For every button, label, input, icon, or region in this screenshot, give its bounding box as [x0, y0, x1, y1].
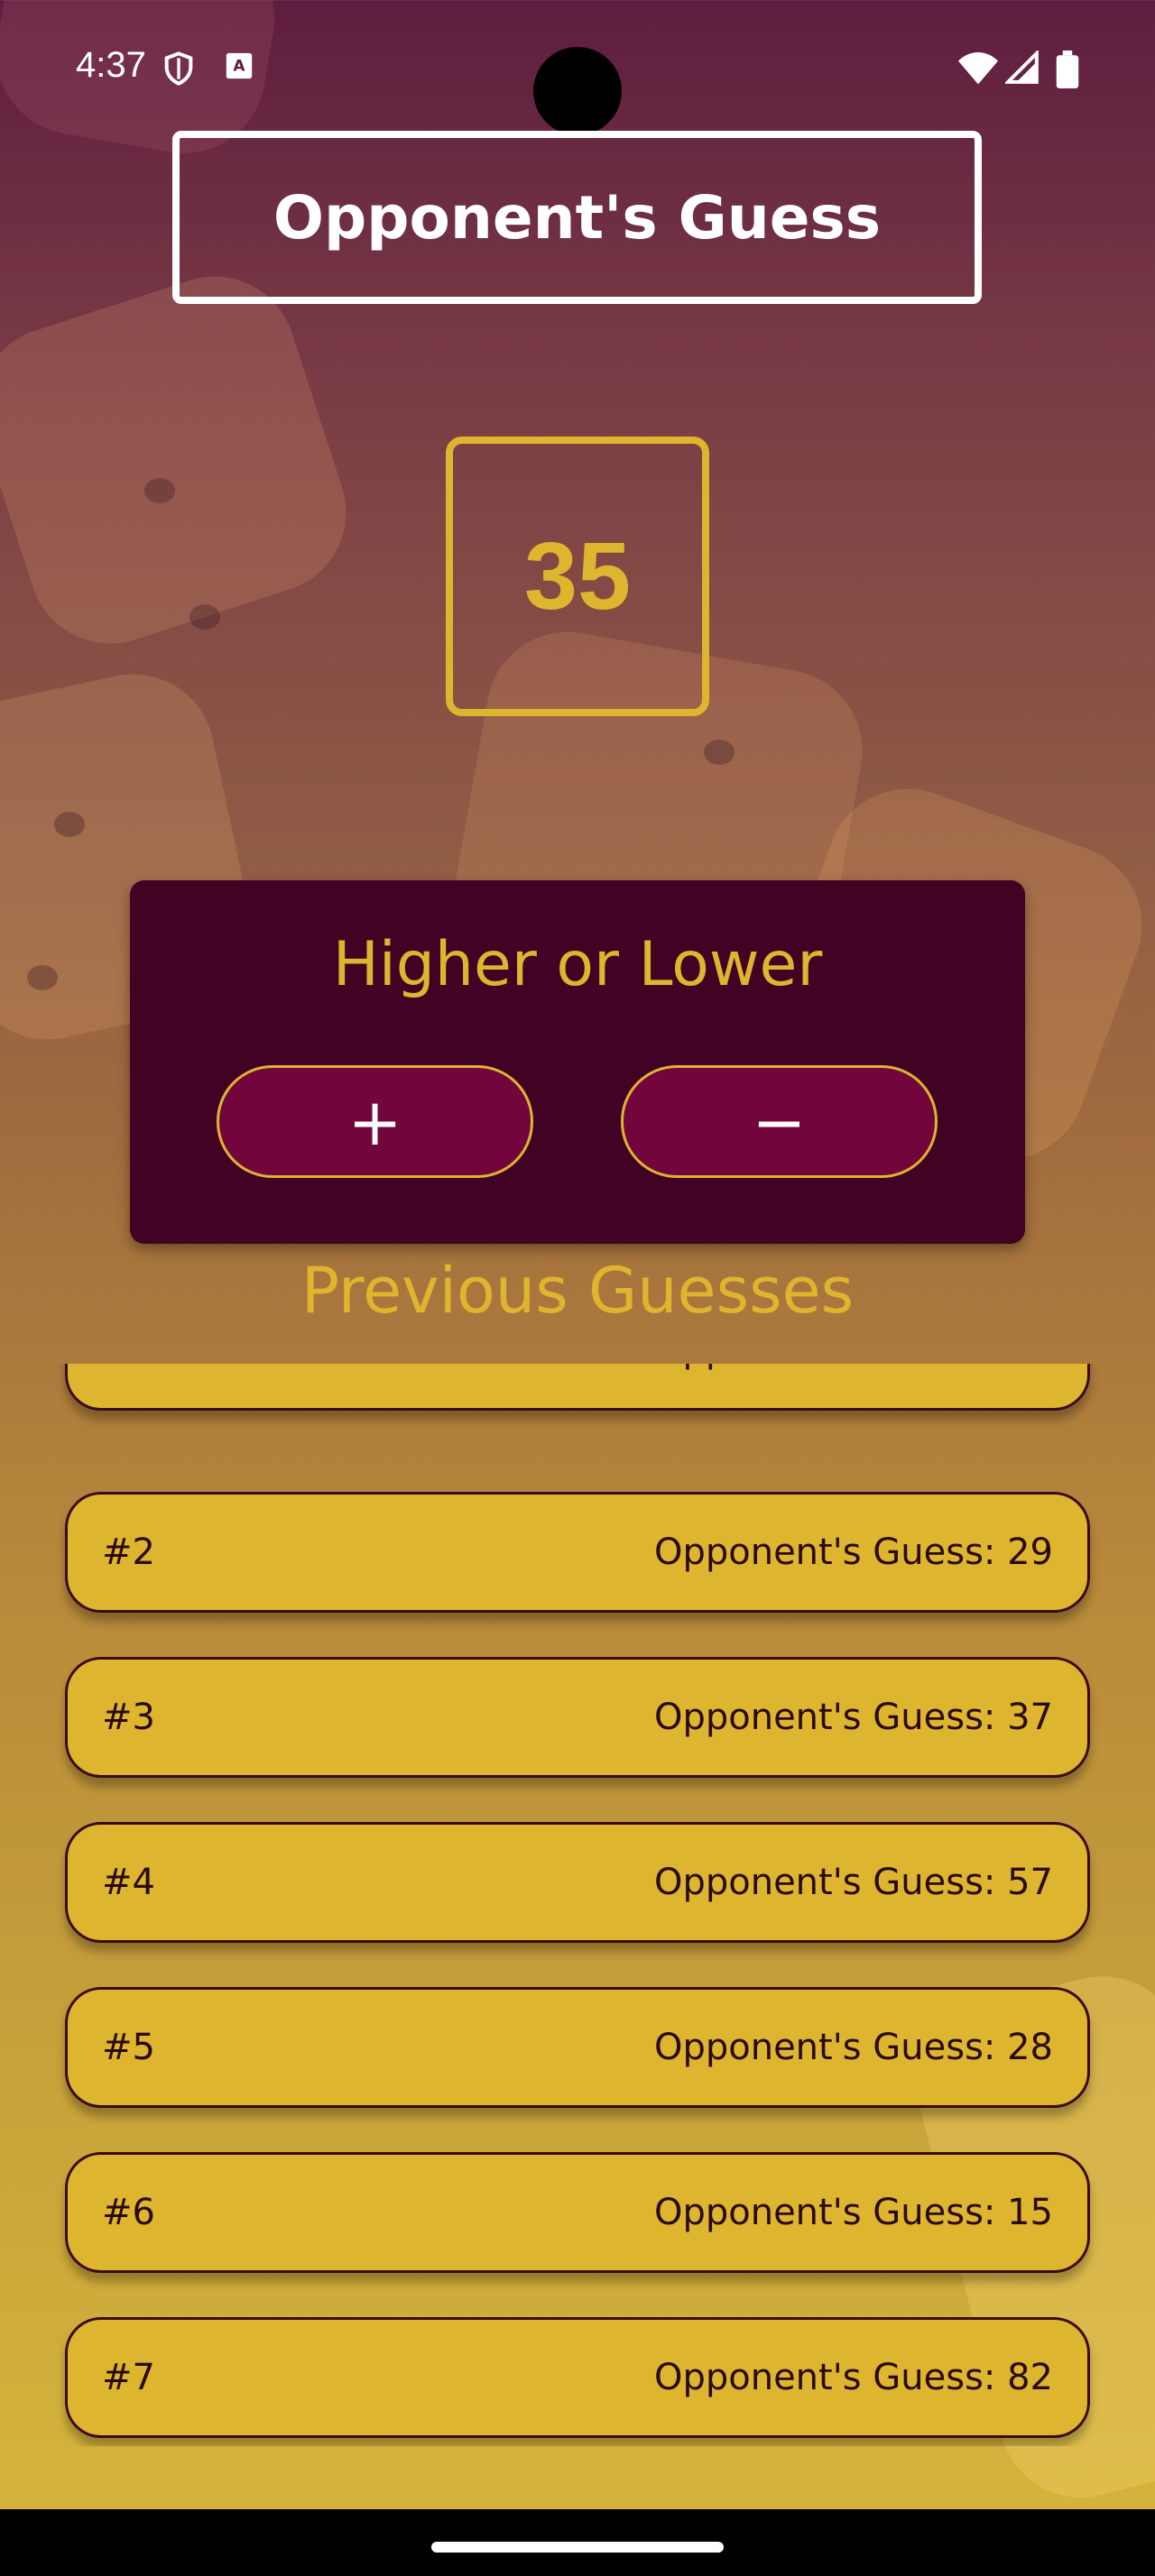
- guess-text: Opponent's Guess: 57: [653, 1862, 1053, 1903]
- guess-text: Opponent's Guess: 35: [654, 1364, 1053, 1371]
- guess-text: Opponent's Guess: 82: [653, 2357, 1053, 2398]
- list-item: #6 Opponent's Guess: 15: [65, 2152, 1090, 2273]
- higher-button[interactable]: +: [217, 1065, 533, 1178]
- dice-pip: [54, 812, 85, 837]
- plus-icon: +: [347, 1083, 402, 1160]
- previous-guesses-list[interactable]: #1 Opponent's Guess: 35 #2 Opponent's Gu…: [0, 1364, 1155, 2446]
- list-item: #2 Opponent's Guess: 29: [65, 1492, 1090, 1613]
- guess-index: #2: [102, 1532, 155, 1573]
- guess-index: #1: [102, 1364, 155, 1371]
- guess-index: #6: [102, 2192, 155, 2233]
- list-item: #3 Opponent's Guess: 37: [65, 1657, 1090, 1778]
- guess-text: Opponent's Guess: 37: [653, 1697, 1053, 1738]
- previous-guesses-title: Previous Guesses: [300, 1254, 855, 1328]
- minus-icon: −: [752, 1083, 807, 1160]
- guess-text: Opponent's Guess: 28: [653, 2027, 1053, 2068]
- guess-index: #5: [102, 2027, 155, 2068]
- card-title: Higher or Lower: [332, 929, 823, 1000]
- shield-icon: [161, 51, 197, 92]
- guess-text: Opponent's Guess: 29: [653, 1532, 1053, 1573]
- signal-icon: [1003, 49, 1040, 90]
- keyboard-icon: A: [224, 51, 254, 87]
- list-item: #7 Opponent's Guess: 82: [65, 2317, 1090, 2438]
- guess-index: #3: [102, 1697, 155, 1738]
- dice-pip: [144, 478, 175, 503]
- front-camera: [533, 47, 622, 135]
- higher-lower-card: Higher or Lower + −: [130, 880, 1025, 1244]
- home-gesture-handle[interactable]: [431, 2542, 724, 2553]
- status-bar: 4:37 A: [0, 0, 1155, 135]
- guess-index: #7: [102, 2357, 155, 2398]
- dice-pip: [27, 965, 58, 990]
- dice-pip: [704, 740, 735, 765]
- dice-pip: [189, 604, 220, 630]
- list-item: #4 Opponent's Guess: 57: [65, 1822, 1090, 1943]
- current-guess-value: 35: [524, 522, 631, 630]
- guess-index: #4: [102, 1862, 155, 1903]
- wifi-icon: [958, 51, 998, 90]
- guess-text: Opponent's Guess: 15: [653, 2192, 1053, 2233]
- list-item: #5 Opponent's Guess: 28: [65, 1987, 1090, 2108]
- list-item: #1 Opponent's Guess: 35: [65, 1364, 1090, 1411]
- page-title: Opponent's Guess: [273, 182, 882, 253]
- lower-button[interactable]: −: [621, 1065, 938, 1178]
- background-dice: [0, 255, 367, 665]
- title-box: Opponent's Guess: [172, 131, 982, 304]
- current-guess-box: 35: [446, 437, 709, 716]
- battery-icon: [1056, 51, 1079, 94]
- svg-text:A: A: [233, 58, 245, 76]
- status-time: 4:37: [76, 45, 146, 85]
